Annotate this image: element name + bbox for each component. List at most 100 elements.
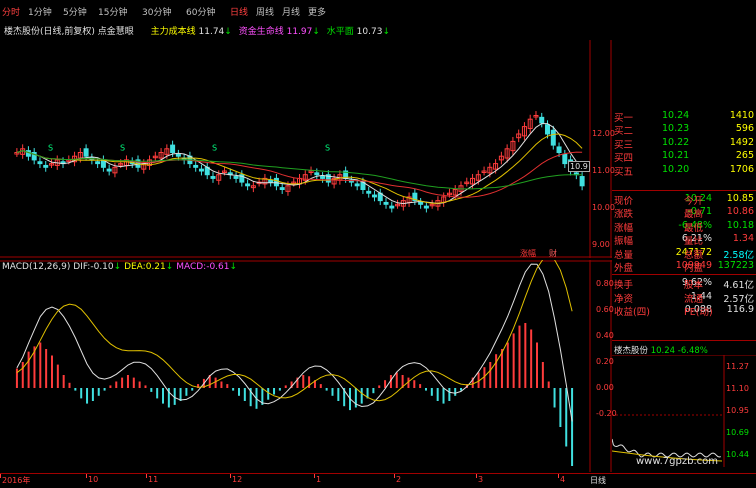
ind3-label: 水平面 [326,27,354,37]
quote-cell: 流通 [684,293,704,305]
signal-marker: S [48,144,53,153]
tab-6[interactable]: 日线 [230,5,248,18]
candle-body [320,176,326,179]
macd-axis-label: 0.80 [596,279,614,288]
tab-5[interactable]: 60分钟 [186,5,215,18]
marker-zhangfu[interactable]: 涨幅 [520,248,536,259]
price-kline-chart[interactable]: SSSS [0,40,612,258]
period-toolbar: 分时 1分钟 5分钟 15分钟 30分钟 60分钟 日线 周线 月线 更多 [0,0,756,22]
date-axis: 2016年 10 11 12 1 2 3 4 日线 [0,473,756,488]
macd-axis-label: 0.00 [596,383,614,392]
tab-0[interactable]: 分时 [2,5,20,18]
candle-body [389,205,395,209]
bid-row: 买一 10.24 1410 [612,110,756,124]
macd-chart[interactable] [0,260,612,472]
period-indicator[interactable]: 日线 [590,475,606,486]
tab-4[interactable]: 30分钟 [142,5,171,18]
marker-cai[interactable]: 财 [549,248,557,259]
candle-body [371,194,377,198]
date-tick [476,474,477,478]
divider [612,340,756,341]
down-arrow-icon: ↓ [382,27,390,37]
watermark: www.7gpzb.com [636,456,718,467]
date-axis-label: 12 [232,475,243,484]
candle-body [366,190,372,194]
macd-axis-label: 0.60 [596,305,614,314]
macd-axis-label: 0.20 [596,357,614,366]
candle-body [245,183,251,187]
mini-axis-label: 10.95 [726,406,749,415]
quote-cell: 买三 [614,139,634,151]
bid-row: 买五 10.20 1706 [612,164,756,178]
quote-cell: 10.21 [662,150,690,162]
quote-cell: PE(动) [684,307,713,319]
date-axis-label: 4 [560,475,566,484]
quote-cell: 10.18 [726,219,754,231]
price-axis-label: 12.00 [592,129,615,138]
tab-9[interactable]: 更多 [308,5,326,18]
mini-axis-label: 10.44 [726,450,749,459]
quote-cell: 10.22 [662,136,690,148]
candle-body [562,153,568,165]
date-axis-label: 11 [148,475,159,484]
divider [612,190,756,191]
candle-body [37,161,43,165]
mini-price-line [612,438,721,458]
mini-intraday-panel[interactable]: 楼杰股份 10.24 -6.48% 11.27 11.10 10.95 10.69 10… [612,342,756,467]
tab-3[interactable]: 15分钟 [98,5,127,18]
date-tick [314,474,315,478]
quote-cell: 最高 [684,209,704,221]
candle-body [170,144,176,153]
quote-cell: 收益(四) [614,307,650,319]
quote-cell: 总额 [684,249,704,261]
price-axis-label: 11.00 [592,166,615,175]
macd-axis-label: -0.20 [596,409,617,418]
candle-body [423,205,429,209]
quote-cell: 买一 [614,113,634,124]
stat-row: 总量 247172 总额 2.58亿 [612,247,756,261]
signal-marker: S [212,144,217,153]
candle-body [314,172,320,176]
tab-8[interactable]: 月线 [282,5,300,18]
price-axis-label: 10.00 [592,203,615,212]
mini-axis-label: 11.10 [726,384,749,393]
tab-1[interactable]: 1分钟 [28,5,52,18]
tab-7[interactable]: 周线 [256,5,274,18]
tab-2[interactable]: 5分钟 [63,5,87,18]
ind1-label: 主力成本线 [150,27,196,37]
candle-body [579,176,585,187]
quote-cell: 振幅 [614,236,634,248]
quote-cell: 净资 [614,293,634,305]
date-axis-label: 1 [316,475,322,484]
quote-cell: 10.24 [662,110,690,121]
candle-body [545,124,551,135]
ind2-value: 11.97 [286,27,313,37]
quote-cell: 今开 [684,196,704,207]
macd-axis-label: 0.40 [596,331,614,340]
mini-axis-label: 10.69 [726,428,749,437]
stat-row: 净资 1.44 流通 2.57亿 [612,291,756,305]
candle-body [43,164,49,168]
candle-body [175,153,181,157]
quote-cell: 10.23 [662,123,690,135]
candle-body [83,148,89,157]
quote-cell: 116.9 [726,304,754,316]
last-price-tag: 10.9 [568,161,590,172]
date-axis-label: 2016年 [2,476,31,485]
mini-axis-label: 11.27 [726,362,749,371]
bid-row: 买二 10.23 596 [612,123,756,137]
candle-body [418,201,424,205]
quote-cell: 量比 [684,236,704,248]
quote-cell: 1410 [729,110,754,121]
date-axis-label: 3 [478,475,484,484]
candle-body [539,116,545,124]
candle-body [556,146,562,153]
candle-body [273,177,279,187]
date-tick [558,474,559,478]
price-axis-label: 9.00 [592,240,610,249]
ind3-value: 10.73 [356,27,383,37]
stat-row: 换手 9.62% 股本 4.61亿 [612,277,756,291]
divider [612,274,756,275]
candle-body [354,183,360,187]
stat-row: 外盘 109949 内盘 137223 [612,260,756,274]
